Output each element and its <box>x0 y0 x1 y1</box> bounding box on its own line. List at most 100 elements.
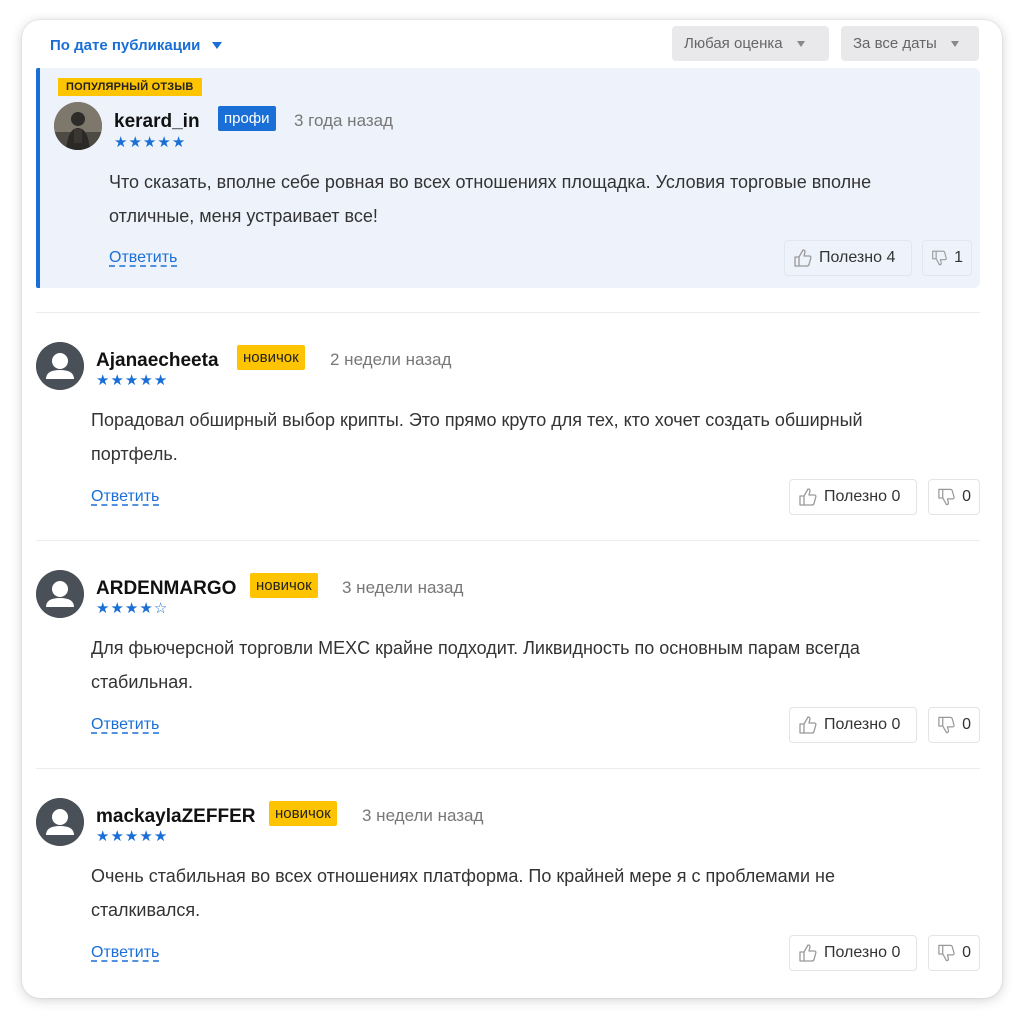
review-text-line: отличные, меня устраивает все! <box>109 206 378 226</box>
thumbs-up-icon <box>799 716 817 734</box>
star-filled-icon: ★ <box>110 600 124 617</box>
reply-link[interactable]: Ответить <box>91 944 159 962</box>
star-filled-icon: ★ <box>124 828 139 845</box>
divider <box>36 540 980 541</box>
unhelpful-button[interactable]: 0 <box>928 479 980 515</box>
date-filter-label: За все даты <box>853 35 937 52</box>
review-text-line: сталкивался. <box>91 900 201 920</box>
date-filter-dropdown[interactable]: За все даты <box>841 26 979 61</box>
avatar[interactable] <box>36 570 84 618</box>
level-badge: новичок <box>269 801 337 826</box>
avatar[interactable] <box>54 102 102 150</box>
review-time: 3 недели назад <box>342 578 464 597</box>
reviews-card: По дате публикации Любая оценка За все д… <box>22 20 1002 998</box>
helpful-button[interactable]: Полезно 0 <box>789 479 917 515</box>
caret-down-icon <box>212 42 223 49</box>
rating-stars: ★ ★ ★ ★ ★ <box>114 135 185 150</box>
unhelpful-count: 1 <box>954 249 963 266</box>
rating-filter-dropdown[interactable]: Любая оценка <box>672 26 829 61</box>
username[interactable]: ARDENMARGO <box>96 578 236 600</box>
helpful-label: Полезно 0 <box>824 488 901 505</box>
caret-down-icon <box>796 40 805 47</box>
rating-filter-label: Любая оценка <box>684 35 783 52</box>
review-item: Ajanaecheeta новичок 2 недели назад ★ ★ … <box>36 342 980 542</box>
helpful-button[interactable]: Полезно 4 <box>784 240 912 276</box>
unhelpful-button[interactable]: 1 <box>922 240 972 276</box>
rating-stars: ★ ★ ★ ★ ★ <box>96 829 167 844</box>
star-filled-icon: ★ <box>96 828 110 845</box>
review-time: 3 года назад <box>294 111 394 130</box>
review-text: Порадовал обширный выбор крипты. Это пря… <box>91 403 951 471</box>
review-time: 3 недели назад <box>362 806 484 825</box>
star-filled-icon: ★ <box>139 828 153 845</box>
star-filled-icon: ★ <box>142 134 157 151</box>
username[interactable]: kerard_in <box>114 111 200 133</box>
user-placeholder-icon <box>36 342 84 390</box>
helpful-label: Полезно 0 <box>824 944 901 961</box>
divider <box>36 768 980 769</box>
star-filled-icon: ★ <box>124 372 139 389</box>
divider <box>36 312 980 313</box>
helpful-button[interactable]: Полезно 0 <box>789 935 917 971</box>
avatar[interactable] <box>36 798 84 846</box>
star-filled-icon: ★ <box>124 600 139 617</box>
unhelpful-count: 0 <box>962 716 971 733</box>
unhelpful-count: 0 <box>962 488 971 505</box>
thumbs-down-icon <box>938 716 955 734</box>
review-text: Для фьючерсной торговли MEXC крайне подх… <box>91 631 951 699</box>
star-filled-icon: ★ <box>139 600 153 617</box>
username[interactable]: Ajanaecheeta <box>96 350 219 372</box>
popular-review: ПОПУЛЯРНЫЙ ОТЗЫВ kerard_in профи 3 года … <box>36 68 980 288</box>
review-text: Очень стабильная во всех отношениях плат… <box>91 859 951 927</box>
caret-down-icon <box>950 40 959 47</box>
review-text-line: Порадовал обширный выбор крипты. Это пря… <box>91 410 863 430</box>
reply-link[interactable]: Ответить <box>91 488 159 506</box>
reply-link[interactable]: Ответить <box>109 249 177 267</box>
unhelpful-count: 0 <box>962 944 971 961</box>
username[interactable]: mackaylaZEFFER <box>96 806 255 828</box>
review-text-line: портфель. <box>91 444 178 464</box>
thumbs-down-icon <box>938 488 955 506</box>
review-item: ARDENMARGO новичок 3 недели назад ★ ★ ★ … <box>36 570 980 770</box>
sort-label: По дате публикации <box>50 37 201 54</box>
star-filled-icon: ★ <box>110 372 124 389</box>
level-badge: профи <box>218 106 276 131</box>
review-text-line: Очень стабильная во всех отношениях плат… <box>91 866 836 886</box>
thumbs-up-icon <box>794 249 812 267</box>
unhelpful-button[interactable]: 0 <box>928 707 980 743</box>
helpful-label: Полезно 4 <box>819 249 896 266</box>
review-text: Что сказать, вполне себе ровная во всех … <box>109 165 969 233</box>
user-placeholder-icon <box>36 570 84 618</box>
star-filled-icon: ★ <box>110 828 124 845</box>
rating-stars: ★ ★ ★ ★ ★ <box>96 373 167 388</box>
unhelpful-button[interactable]: 0 <box>928 935 980 971</box>
sort-dropdown[interactable]: По дате публикации <box>50 37 223 54</box>
star-filled-icon: ★ <box>96 372 110 389</box>
star-filled-icon: ★ <box>153 828 168 845</box>
star-filled-icon: ★ <box>128 134 142 151</box>
thumbs-down-icon <box>938 944 955 962</box>
popular-badge: ПОПУЛЯРНЫЙ ОТЗЫВ <box>58 78 202 96</box>
review-time: 2 недели назад <box>330 350 452 369</box>
reviews-toolbar: По дате публикации Любая оценка За все д… <box>22 20 1002 68</box>
user-placeholder-icon <box>36 798 84 846</box>
helpful-button[interactable]: Полезно 0 <box>789 707 917 743</box>
thumbs-up-icon <box>799 488 817 506</box>
thumbs-up-icon <box>799 944 817 962</box>
avatar[interactable] <box>36 342 84 390</box>
star-filled-icon: ★ <box>96 600 110 617</box>
helpful-label: Полезно 0 <box>824 716 901 733</box>
star-filled-icon: ★ <box>157 134 171 151</box>
star-filled-icon: ★ <box>114 134 128 151</box>
review-item: mackaylaZEFFER новичок 3 недели назад ★ … <box>36 798 980 998</box>
review-text-line: Что сказать, вполне себе ровная во всех … <box>109 172 872 192</box>
star-filled-icon: ★ <box>139 372 153 389</box>
review-text-line: стабильная. <box>91 672 193 692</box>
level-badge: новичок <box>237 345 305 370</box>
thumbs-down-icon <box>932 250 947 266</box>
review-text-line: Для фьючерсной торговли MEXC крайне подх… <box>91 638 860 658</box>
user-photo-icon <box>54 102 102 150</box>
rating-stars: ★ ★ ★ ★ ☆ <box>96 601 167 616</box>
star-filled-icon: ★ <box>153 372 168 389</box>
reply-link[interactable]: Ответить <box>91 716 159 734</box>
